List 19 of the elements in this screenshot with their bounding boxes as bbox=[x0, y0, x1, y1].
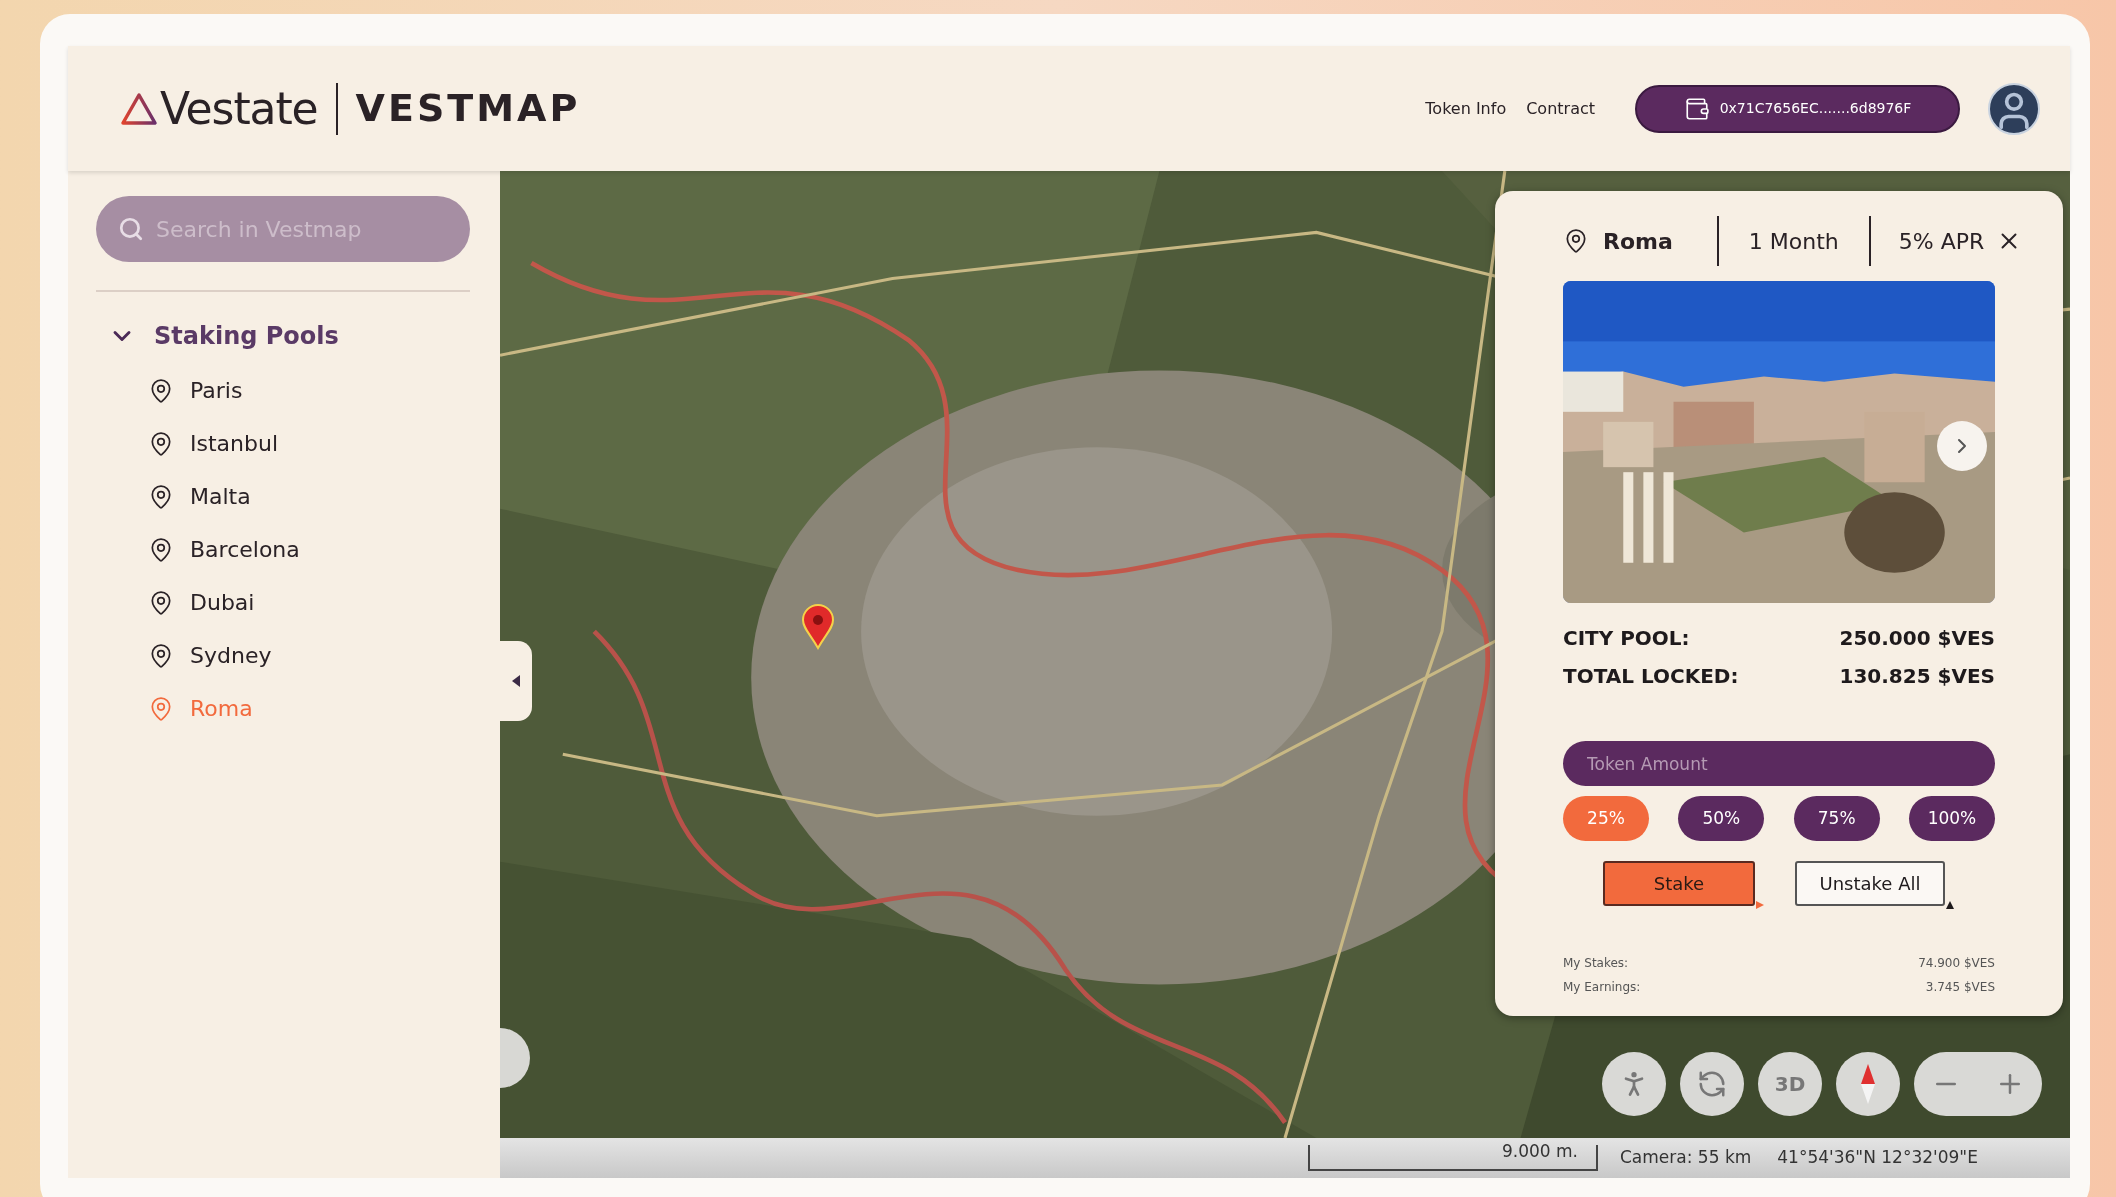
search-icon bbox=[118, 216, 144, 242]
pool-item[interactable]: Malta bbox=[148, 470, 470, 523]
camera-altitude: Camera: 55 km bbox=[1620, 1146, 1752, 1170]
logo-icon bbox=[120, 91, 158, 126]
pool-item[interactable]: Dubai bbox=[148, 576, 470, 629]
product-title: VESTMAP bbox=[355, 85, 581, 132]
scale-bar: 9.000 m. bbox=[1308, 1145, 1598, 1171]
pool-item[interactable]: Istanbul bbox=[148, 417, 470, 470]
nav-link[interactable]: Contract bbox=[1526, 96, 1595, 121]
user-avatar[interactable] bbox=[1988, 82, 2040, 135]
section-title: Staking Pools bbox=[154, 321, 339, 352]
wallet-button[interactable]: 0x71C7656EC.......6d8976F bbox=[1635, 84, 1960, 133]
pool-item[interactable]: Barcelona bbox=[148, 523, 470, 576]
pool-item[interactable]: Sydney bbox=[148, 629, 470, 682]
nav-link[interactable]: Token Info bbox=[1425, 96, 1507, 121]
wallet-icon bbox=[1683, 95, 1710, 122]
coordinates: 41°54'36"N 12°32'09"E bbox=[1777, 1146, 1978, 1170]
logo-text: Vestate bbox=[160, 81, 318, 136]
pool-item[interactable]: Paris bbox=[148, 364, 470, 417]
